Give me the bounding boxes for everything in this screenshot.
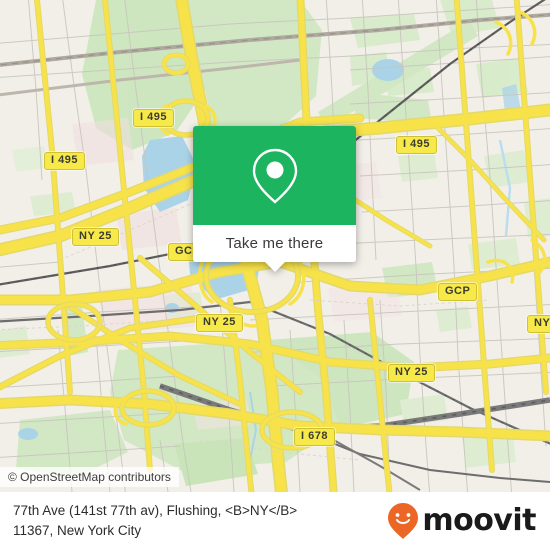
map-popup-header <box>193 126 356 225</box>
road-shield-gcp-b[interactable]: GCP <box>438 283 478 301</box>
address-block: 77th Ave (141st 77th av), Flushing, <B>N… <box>0 501 297 540</box>
map-popup-body[interactable]: Take me there <box>193 225 356 262</box>
road-shield-i495-c[interactable]: I 495 <box>396 136 437 154</box>
road-shield-ny-clipped[interactable]: NY <box>527 315 550 333</box>
map-popup-inner: Take me there <box>193 126 356 262</box>
moovit-smiley-pin-icon <box>388 503 419 539</box>
osm-attribution[interactable]: © OpenStreetMap contributors <box>0 467 179 487</box>
road-shield-i678[interactable]: I 678 <box>294 428 335 446</box>
road-shield-i495-b[interactable]: I 495 <box>44 152 85 170</box>
road-shield-i495-a[interactable]: I 495 <box>133 109 174 127</box>
road-shield-ny25-c[interactable]: NY 25 <box>388 364 435 382</box>
map-pin-icon <box>252 148 297 204</box>
map-popup-card[interactable]: Take me there <box>193 126 356 272</box>
moovit-logo[interactable]: moovit <box>386 502 550 540</box>
map-canvas[interactable]: I 495 I 495 I 495 NY 25 GCP GCP NY 25 NY… <box>0 0 550 492</box>
moovit-wordmark: moovit <box>422 503 536 538</box>
take-me-there-label: Take me there <box>225 235 324 252</box>
address-line-1: 77th Ave (141st 77th av), Flushing, <B>N… <box>13 503 298 519</box>
map-popup-pointer <box>264 261 286 272</box>
footer-bar: 77th Ave (141st 77th av), Flushing, <B>N… <box>0 492 550 550</box>
address-line-2: 11367, New York City <box>13 523 142 538</box>
road-shield-ny25-b[interactable]: NY 25 <box>196 314 243 332</box>
road-shield-ny25-a[interactable]: NY 25 <box>72 228 119 246</box>
map-screenshot-root: I 495 I 495 I 495 NY 25 GCP GCP NY 25 NY… <box>0 0 550 550</box>
